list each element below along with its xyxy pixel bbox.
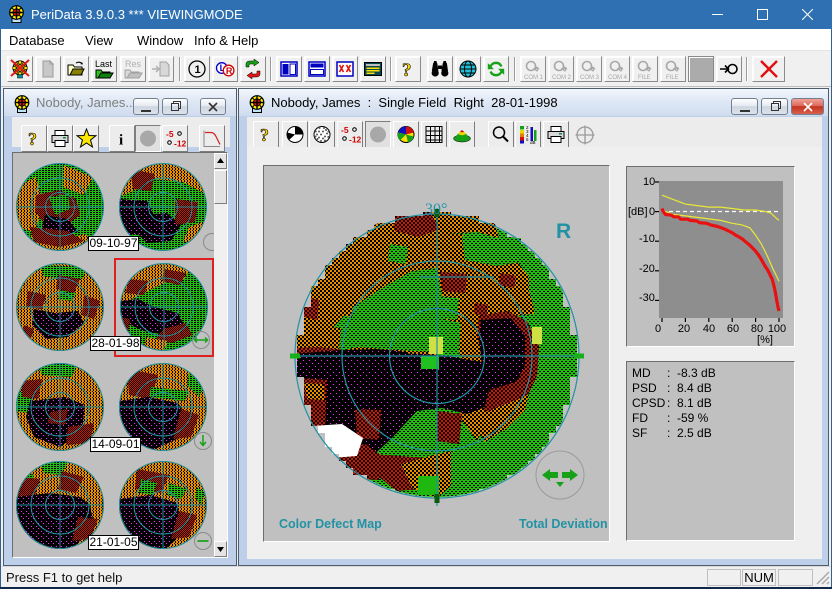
svg-text:10: 10 xyxy=(643,176,655,188)
svg-text:FILE: FILE xyxy=(666,75,679,81)
svg-text:Total Deviation: Total Deviation xyxy=(519,517,608,531)
svg-text:Color Defect Map: Color Defect Map xyxy=(279,517,382,531)
svg-text:?: ? xyxy=(402,60,412,79)
svg-text:Res: Res xyxy=(125,59,142,69)
svg-text:20: 20 xyxy=(678,323,690,335)
svg-text:Last: Last xyxy=(95,59,113,69)
svg-text:-30: -30 xyxy=(639,292,655,304)
svg-text:60: 60 xyxy=(727,323,739,335)
svg-text:-20: -20 xyxy=(639,263,655,275)
svg-text:COM 1: COM 1 xyxy=(524,75,544,81)
svg-text:[%]: [%] xyxy=(757,334,773,346)
svg-text:?: ? xyxy=(260,125,269,145)
svg-text:i: i xyxy=(119,133,123,149)
svg-text:-5: -5 xyxy=(341,125,349,135)
svg-text:R: R xyxy=(226,66,233,76)
svg-text:1: 1 xyxy=(195,64,201,76)
svg-text:?: ? xyxy=(28,129,37,149)
svg-text:5: 5 xyxy=(526,137,529,142)
svg-text:0: 0 xyxy=(649,206,655,218)
svg-text:-5: -5 xyxy=(166,129,174,139)
svg-text:0: 0 xyxy=(655,323,661,335)
svg-text:COM 3: COM 3 xyxy=(580,75,600,81)
svg-text:40: 40 xyxy=(703,323,715,335)
svg-text:COM 2: COM 2 xyxy=(552,75,572,81)
svg-text:-12: -12 xyxy=(174,139,187,149)
svg-text:COM 4: COM 4 xyxy=(608,75,628,81)
svg-text:FILE: FILE xyxy=(638,75,651,81)
svg-text:R: R xyxy=(556,220,571,243)
svg-text:dB: dB xyxy=(530,140,536,145)
svg-text:-12: -12 xyxy=(349,135,362,145)
svg-text:[dB]: [dB] xyxy=(628,206,648,218)
svg-text:-10: -10 xyxy=(639,233,655,245)
svg-text:30°: 30° xyxy=(425,201,447,218)
